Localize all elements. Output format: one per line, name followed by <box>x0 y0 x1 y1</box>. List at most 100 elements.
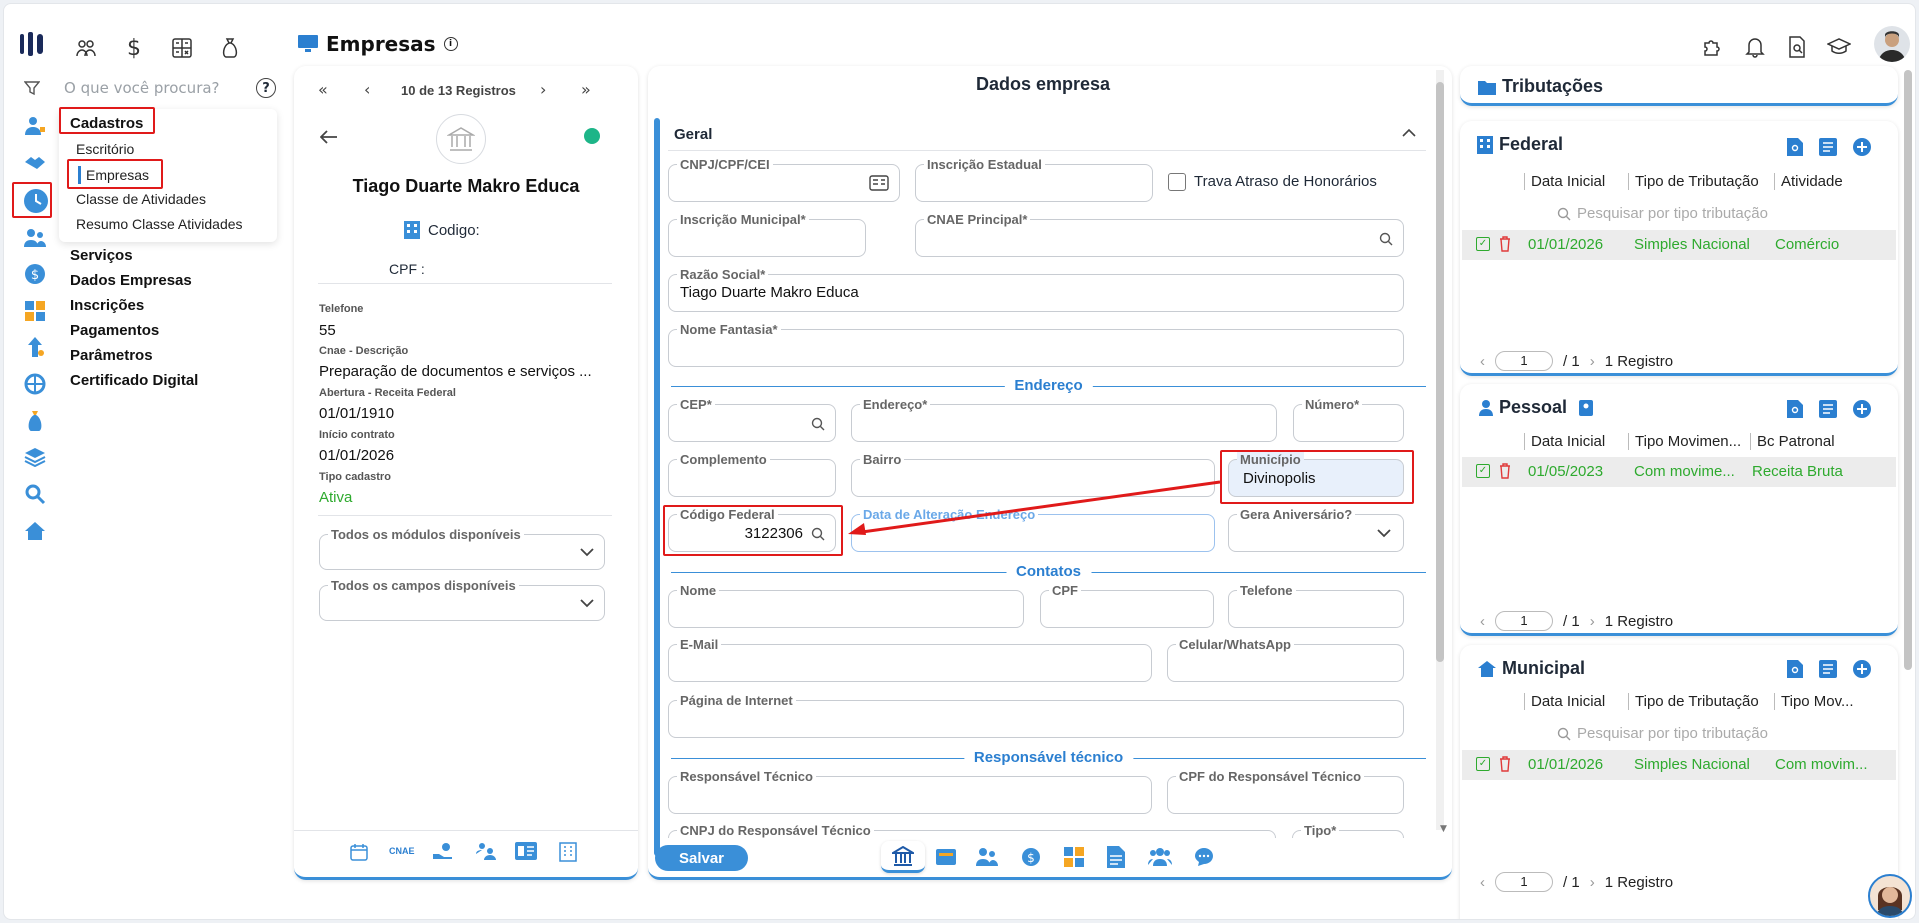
menu-inscricoes[interactable]: Inscrições <box>70 297 144 314</box>
scroll-thumb[interactable] <box>1436 82 1444 662</box>
next-record-button[interactable]: › <box>540 80 546 99</box>
section-geral[interactable]: Geral <box>674 126 712 143</box>
document-tab-icon[interactable] <box>1107 846 1125 868</box>
federal-search[interactable]: Pesquisar por tipo tributação <box>1557 205 1768 222</box>
home-icon[interactable] <box>22 519 48 543</box>
list-icon[interactable] <box>1819 138 1837 156</box>
search-blue-icon[interactable] <box>22 482 48 506</box>
trava-checkbox[interactable] <box>1168 173 1186 191</box>
celular-field[interactable]: Celular/WhatsApp <box>1167 637 1404 682</box>
pessoal-page-input[interactable]: 1 <box>1495 611 1553 631</box>
prev-record-button[interactable]: ‹ <box>364 80 370 99</box>
globe-settings-icon[interactable] <box>22 372 48 396</box>
submenu-item-classe-atividades[interactable]: Classe de Atividades <box>76 191 206 207</box>
prev-page-button[interactable]: ‹ <box>1480 874 1485 891</box>
register-icon[interactable] <box>936 847 956 867</box>
check-icon[interactable]: ✓ <box>1476 237 1490 251</box>
municipal-page-input[interactable]: 1 <box>1495 872 1553 892</box>
cnpj-responsavel-field[interactable]: CNPJ do Responsável Técnico <box>668 823 1276 838</box>
modulos-select[interactable]: Todos os módulos disponíveis <box>319 527 605 570</box>
menu-search[interactable]: O que você procura? ? <box>24 76 280 100</box>
menu-dados-empresas[interactable]: Dados Empresas <box>70 272 192 289</box>
app-logo[interactable] <box>20 32 46 56</box>
menu-certificado-digital[interactable]: Certificado Digital <box>70 372 198 389</box>
user-add-icon[interactable] <box>22 114 48 138</box>
chat-tab-icon[interactable] <box>1194 847 1214 867</box>
list-icon[interactable] <box>1819 660 1837 678</box>
prev-page-button[interactable]: ‹ <box>1480 353 1485 370</box>
next-page-button[interactable]: › <box>1590 353 1595 370</box>
municipal-row[interactable]: ✓ 01/01/2026 Simples Nacional Com movim.… <box>1462 750 1896 780</box>
gera-aniversario-select[interactable]: Gera Aniversário? <box>1228 507 1404 552</box>
submenu-item-escritorio[interactable]: Escritório <box>76 141 134 157</box>
tipo-field[interactable]: Tipo* <box>1292 823 1404 838</box>
clock-icon[interactable] <box>22 187 50 215</box>
last-record-button[interactable]: » <box>581 80 591 99</box>
handshake-icon[interactable] <box>22 151 48 175</box>
people-tab-icon[interactable] <box>976 847 998 867</box>
telefone-field[interactable]: Telefone <box>1228 583 1404 628</box>
hand-coin-icon[interactable] <box>432 842 454 860</box>
menu-parametros[interactable]: Parâmetros <box>70 347 153 364</box>
check-icon[interactable]: ✓ <box>1476 757 1490 771</box>
doc-search-icon[interactable] <box>1787 400 1803 418</box>
ie-field[interactable]: Inscrição Estadual <box>915 157 1153 202</box>
company-logo[interactable] <box>436 114 486 164</box>
calculator-icon[interactable] <box>168 34 196 62</box>
cnpj-field[interactable]: CNPJ/CPF/CEI <box>668 157 900 202</box>
bell-icon[interactable] <box>1740 32 1770 62</box>
razao-field[interactable]: Razão Social* Tiago Duarte Makro Educa <box>668 267 1404 312</box>
building-outline-icon[interactable] <box>559 842 577 862</box>
puzzle-icon[interactable] <box>1698 32 1728 62</box>
graduation-cap-icon[interactable] <box>1824 32 1854 62</box>
user-avatar[interactable] <box>1874 26 1910 62</box>
municipio-field[interactable]: Município Divinopolis <box>1228 452 1404 497</box>
scroll-down-arrow[interactable]: ▼ <box>1440 824 1447 834</box>
cep-field[interactable]: CEP* <box>668 397 836 442</box>
federal-page-input[interactable]: 1 <box>1495 351 1553 371</box>
money-bag-icon[interactable] <box>216 34 244 62</box>
add-icon[interactable] <box>1853 138 1871 156</box>
coin-tab-icon[interactable]: $ <box>1021 847 1041 867</box>
municipal-search[interactable]: Pesquisar por tipo tributação <box>1557 725 1768 742</box>
submenu-item-resumo-classe[interactable]: Resumo Classe Atividades <box>76 216 243 232</box>
next-page-button[interactable]: › <box>1590 613 1595 630</box>
submenu-title[interactable]: Cadastros <box>70 115 143 132</box>
next-page-button[interactable]: › <box>1590 874 1595 891</box>
numero-field[interactable]: Número* <box>1293 397 1404 442</box>
help-icon[interactable]: ? <box>256 78 276 98</box>
arrow-up-icon[interactable] <box>22 335 48 359</box>
calendar-icon[interactable] <box>350 843 368 861</box>
right-scrollbar[interactable] <box>1904 70 1912 878</box>
codigo-federal-field[interactable]: Código Federal 3122306 <box>668 507 836 552</box>
submenu-item-empresas[interactable]: Empresas <box>86 167 149 183</box>
email-field[interactable]: E-Mail <box>668 637 1152 682</box>
people-share-icon[interactable] <box>476 842 496 860</box>
menu-servicos[interactable]: Serviços <box>70 247 133 264</box>
team-icon[interactable] <box>22 226 48 250</box>
pagina-field[interactable]: Página de Internet <box>668 693 1404 738</box>
cnae-tab[interactable]: CNAE <box>389 846 415 856</box>
campos-select[interactable]: Todos os campos disponíveis <box>319 578 605 621</box>
id-card-icon[interactable] <box>515 842 537 860</box>
federal-row[interactable]: ✓ 01/01/2026 Simples Nacional Comércio <box>1462 230 1896 260</box>
fantasia-field[interactable]: Nome Fantasia* <box>668 322 1404 367</box>
dollar-icon[interactable]: $ <box>120 34 148 62</box>
responsavel-field[interactable]: Responsável Técnico <box>668 769 1152 814</box>
scroll-thumb[interactable] <box>1904 70 1912 670</box>
pessoal-row[interactable]: ✓ 01/05/2023 Com movime... Receita Bruta <box>1462 457 1896 487</box>
doc-search-icon[interactable] <box>1787 138 1803 156</box>
coin-icon[interactable]: $ <box>22 262 48 286</box>
add-icon[interactable] <box>1853 660 1871 678</box>
endereco-field[interactable]: Endereço* <box>851 397 1277 442</box>
info-icon[interactable]: i <box>443 37 458 51</box>
bank-tab[interactable] <box>881 841 925 873</box>
cpf-responsavel-field[interactable]: CPF do Responsável Técnico <box>1167 769 1404 814</box>
menu-pagamentos[interactable]: Pagamentos <box>70 322 159 339</box>
save-button[interactable]: Salvar <box>655 845 748 871</box>
back-arrow-icon[interactable] <box>320 130 338 144</box>
list-icon[interactable] <box>1819 400 1837 418</box>
first-record-button[interactable]: « <box>318 80 328 99</box>
im-field[interactable]: Inscrição Municipal* <box>668 212 866 257</box>
form-scrollbar[interactable] <box>1436 70 1444 830</box>
